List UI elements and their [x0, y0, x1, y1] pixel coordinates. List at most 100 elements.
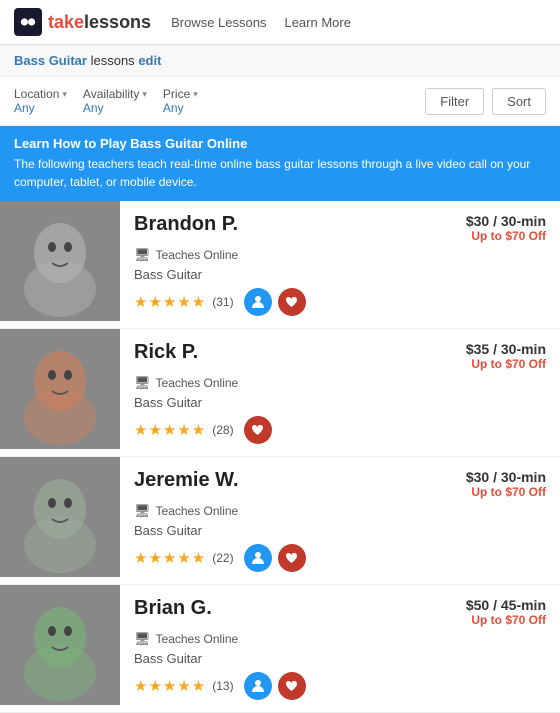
profile-button[interactable]	[244, 288, 272, 316]
price-filter-value: Any	[163, 101, 198, 115]
teaches-online-label: Teaches Online	[156, 248, 239, 262]
teacher-specialty: Bass Guitar	[134, 267, 546, 282]
header: takelessons Browse Lessons Learn More	[0, 0, 560, 45]
review-count: (13)	[212, 679, 233, 693]
stars-row: ★★★★★ (31)	[134, 288, 546, 316]
teacher-info: Rick P. $35 / 30-min Up to $70 Off 🖥 Tea…	[120, 329, 560, 456]
review-count: (31)	[212, 295, 233, 309]
teacher-list: Brandon P. $30 / 30-min Up to $70 Off 🖥 …	[0, 201, 560, 713]
location-filter-value: Any	[14, 101, 67, 115]
teacher-info: Brandon P. $30 / 30-min Up to $70 Off 🖥 …	[120, 201, 560, 328]
price-info: $30 / 30-min Up to $70 Off	[466, 469, 546, 499]
teacher-card: Rick P. $35 / 30-min Up to $70 Off 🖥 Tea…	[0, 329, 560, 457]
stars-row: ★★★★★ (28)	[134, 416, 546, 444]
teacher-card: Jeremie W. $30 / 30-min Up to $70 Off 🖥 …	[0, 457, 560, 585]
teacher-price: $30 / 30-min	[466, 213, 546, 229]
filter-button[interactable]: Filter	[425, 88, 484, 115]
teaches-online-label: Teaches Online	[156, 376, 239, 390]
teacher-discount: Up to $70 Off	[466, 613, 546, 627]
availability-filter[interactable]: Availability ▾ Any	[83, 87, 147, 115]
monitor-icon: 🖥	[134, 247, 151, 263]
filters-bar: Location ▾ Any Availability ▾ Any Price …	[0, 77, 560, 126]
monitor-icon: 🖥	[134, 503, 151, 519]
breadcrumb-edit[interactable]: edit	[138, 53, 161, 68]
profile-button[interactable]	[244, 672, 272, 700]
price-filter[interactable]: Price ▾ Any	[163, 87, 198, 115]
banner-title: Learn How to Play Bass Guitar Online	[14, 136, 546, 151]
price-info: $50 / 45-min Up to $70 Off	[466, 597, 546, 627]
stars-row: ★★★★★ (13)	[134, 672, 546, 700]
teacher-photo	[0, 201, 120, 328]
rating-stars: ★★★★★	[134, 421, 206, 439]
monitor-icon: 🖥	[134, 375, 151, 391]
breadcrumb-suffix: lessons	[87, 53, 135, 68]
teacher-discount: Up to $70 Off	[466, 229, 546, 243]
action-buttons	[244, 544, 306, 572]
rating-stars: ★★★★★	[134, 549, 206, 567]
sort-button[interactable]: Sort	[492, 88, 546, 115]
teacher-price: $35 / 30-min	[466, 341, 546, 357]
profile-button[interactable]	[244, 544, 272, 572]
nav-learn-more[interactable]: Learn More	[284, 15, 350, 30]
teacher-photo-img	[0, 457, 120, 577]
teacher-photo-img	[0, 585, 120, 705]
teacher-name: Brandon P.	[134, 213, 238, 236]
teacher-header: Brandon P. $30 / 30-min Up to $70 Off	[134, 213, 546, 243]
teacher-info: Brian G. $50 / 45-min Up to $70 Off 🖥 Te…	[120, 585, 560, 712]
teacher-photo-img	[0, 201, 120, 321]
price-info: $30 / 30-min Up to $70 Off	[466, 213, 546, 243]
teacher-photo	[0, 457, 120, 584]
availability-filter-value: Any	[83, 101, 147, 115]
teaches-online: 🖥 Teaches Online	[134, 631, 546, 647]
teacher-name: Brian G.	[134, 597, 212, 620]
teacher-card: Brandon P. $30 / 30-min Up to $70 Off 🖥 …	[0, 201, 560, 329]
availability-filter-label: Availability ▾	[83, 87, 147, 101]
teacher-header: Brian G. $50 / 45-min Up to $70 Off	[134, 597, 546, 627]
stars-row: ★★★★★ (22)	[134, 544, 546, 572]
logo[interactable]: takelessons	[14, 8, 151, 36]
teaches-online: 🖥 Teaches Online	[134, 503, 546, 519]
price-info: $35 / 30-min Up to $70 Off	[466, 341, 546, 371]
teaches-online-label: Teaches Online	[156, 504, 239, 518]
location-filter[interactable]: Location ▾ Any	[14, 87, 67, 115]
teacher-card: Brian G. $50 / 45-min Up to $70 Off 🖥 Te…	[0, 585, 560, 713]
review-count: (22)	[212, 551, 233, 565]
filter-sort-buttons: Filter Sort	[425, 88, 546, 115]
rating-stars: ★★★★★	[134, 293, 206, 311]
availability-chevron-icon: ▾	[142, 89, 147, 100]
price-chevron-icon: ▾	[193, 89, 198, 100]
rating-stars: ★★★★★	[134, 677, 206, 695]
breadcrumb-subject[interactable]: Bass Guitar	[14, 53, 87, 68]
teacher-photo	[0, 585, 120, 712]
teaches-online-label: Teaches Online	[156, 632, 239, 646]
teacher-specialty: Bass Guitar	[134, 523, 546, 538]
teaches-online: 🖥 Teaches Online	[134, 375, 546, 391]
teacher-price: $30 / 30-min	[466, 469, 546, 485]
teacher-specialty: Bass Guitar	[134, 651, 546, 666]
location-chevron-icon: ▾	[62, 89, 67, 100]
review-count: (28)	[212, 423, 233, 437]
logo-icon	[14, 8, 42, 36]
price-filter-label: Price ▾	[163, 87, 198, 101]
teacher-photo	[0, 329, 120, 456]
teacher-header: Rick P. $35 / 30-min Up to $70 Off	[134, 341, 546, 371]
action-buttons	[244, 288, 306, 316]
favorite-button[interactable]	[244, 416, 272, 444]
favorite-button[interactable]	[278, 544, 306, 572]
teaches-online: 🖥 Teaches Online	[134, 247, 546, 263]
teacher-header: Jeremie W. $30 / 30-min Up to $70 Off	[134, 469, 546, 499]
location-filter-label: Location ▾	[14, 87, 67, 101]
info-banner: Learn How to Play Bass Guitar Online The…	[0, 126, 560, 201]
favorite-button[interactable]	[278, 672, 306, 700]
teacher-discount: Up to $70 Off	[466, 485, 546, 499]
teacher-discount: Up to $70 Off	[466, 357, 546, 371]
teacher-info: Jeremie W. $30 / 30-min Up to $70 Off 🖥 …	[120, 457, 560, 584]
logo-text: takelessons	[48, 12, 151, 33]
nav-browse-lessons[interactable]: Browse Lessons	[171, 15, 266, 30]
teacher-name: Rick P.	[134, 341, 198, 364]
favorite-button[interactable]	[278, 288, 306, 316]
teacher-specialty: Bass Guitar	[134, 395, 546, 410]
monitor-icon: 🖥	[134, 631, 151, 647]
teacher-name: Jeremie W.	[134, 469, 239, 492]
banner-description: The following teachers teach real-time o…	[14, 155, 546, 191]
